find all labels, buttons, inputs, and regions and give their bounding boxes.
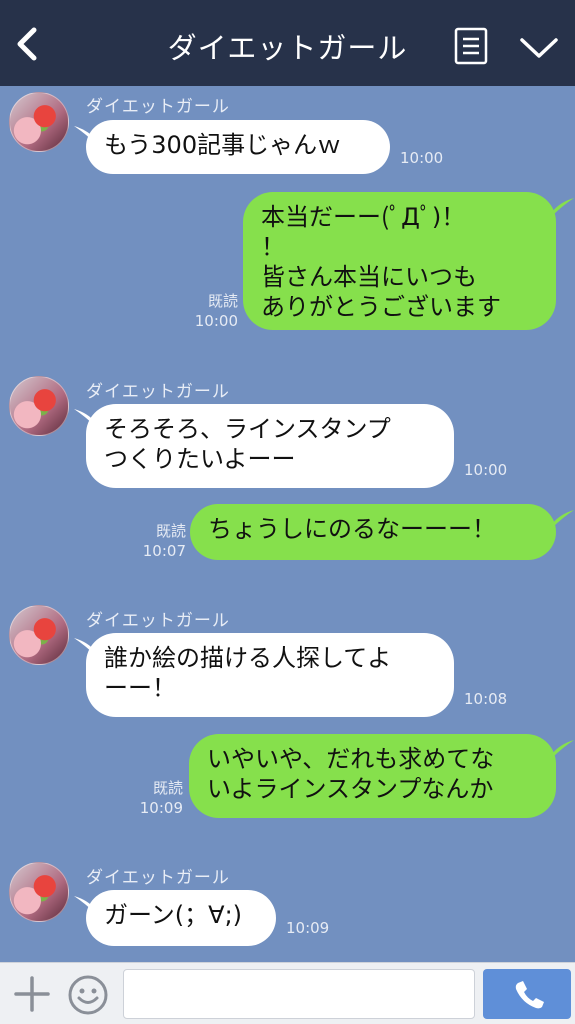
sender-name: ダイエットガール	[86, 382, 230, 402]
message-text: 本当だーー(ﾟДﾟ)！ ！ 皆さん本当にいつも ありがとうございます	[261, 203, 501, 321]
call-button[interactable]	[483, 969, 571, 1019]
message-time: 10:00	[464, 461, 508, 479]
read-receipt: 既読 10:09	[133, 778, 183, 818]
read-label: 既読	[152, 779, 183, 797]
plus-icon[interactable]	[12, 974, 52, 1014]
message-bubble-incoming[interactable]: そろそろ、ラインスタンプ つくりたいよーー	[86, 404, 454, 488]
message-text: いやいや、だれも求めてな いよラインスタンプなんか	[207, 745, 495, 803]
bubble-tail	[552, 740, 574, 758]
message-text: 誰か絵の描ける人探してよ ーー！	[104, 644, 392, 702]
message-bubble-outgoing[interactable]: 本当だーー(ﾟДﾟ)！ ！ 皆さん本当にいつも ありがとうございます	[243, 192, 556, 330]
avatar[interactable]	[9, 862, 69, 922]
message-time: 10:08	[464, 690, 508, 708]
phone-icon	[515, 981, 544, 1009]
message-input[interactable]	[123, 969, 475, 1019]
message-time: 10:09	[139, 799, 183, 817]
chat-header: ダイエットガール	[0, 0, 575, 86]
message-time: 10:09	[286, 919, 330, 937]
message-time: 10:00	[194, 312, 238, 330]
message-bubble-outgoing[interactable]: いやいや、だれも求めてな いよラインスタンプなんか	[189, 734, 556, 818]
message-text: ガーン(；∀;)	[104, 901, 243, 929]
read-receipt: 既読 10:00	[188, 291, 238, 331]
avatar[interactable]	[9, 92, 69, 152]
message-bubble-incoming[interactable]: 誰か絵の描ける人探してよ ーー！	[86, 633, 454, 717]
input-bar	[0, 962, 575, 1024]
message-bubble-incoming[interactable]: もう300記事じゃんｗ	[86, 120, 390, 174]
avatar[interactable]	[9, 376, 69, 436]
bubble-tail	[552, 198, 574, 216]
message-bubble-incoming[interactable]: ガーン(；∀;)	[86, 890, 276, 946]
message-time: 10:07	[142, 542, 186, 560]
read-label: 既読	[155, 522, 186, 540]
read-label: 既読	[207, 292, 238, 310]
message-text: もう300記事じゃんｗ	[104, 131, 342, 159]
message-text: ちょうしにのるなーーー！	[208, 515, 496, 543]
chevron-down-icon[interactable]	[518, 34, 560, 62]
sender-name: ダイエットガール	[86, 868, 230, 888]
sender-name: ダイエットガール	[86, 611, 230, 631]
message-bubble-outgoing[interactable]: ちょうしにのるなーーー！	[190, 504, 556, 560]
message-time: 10:00	[400, 149, 444, 167]
avatar[interactable]	[9, 605, 69, 665]
message-list[interactable]: ダイエットガール もう300記事じゃんｗ 10:00 本当だーー(ﾟДﾟ)！ ！…	[0, 86, 575, 962]
smiley-icon[interactable]	[66, 973, 110, 1017]
message-text: そろそろ、ラインスタンプ つくりたいよーー	[104, 415, 391, 473]
document-list-icon[interactable]	[453, 26, 489, 66]
read-receipt: 既読 10:07	[136, 521, 186, 561]
sender-name: ダイエットガール	[86, 97, 230, 117]
bubble-tail	[552, 510, 574, 528]
